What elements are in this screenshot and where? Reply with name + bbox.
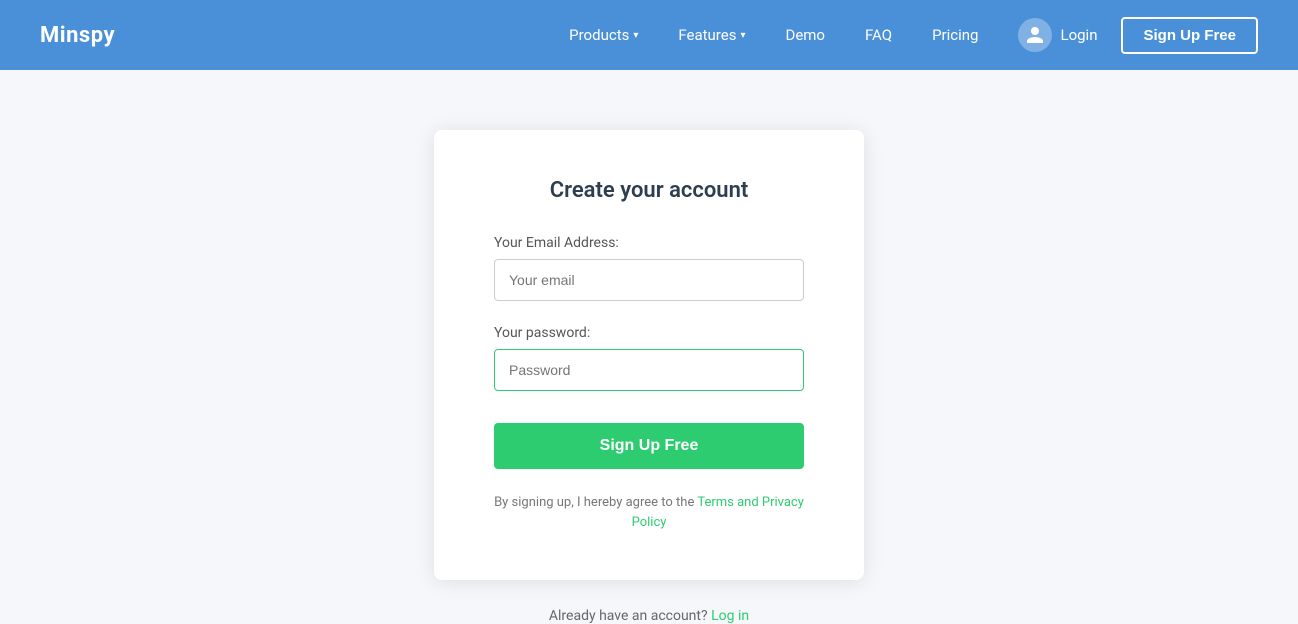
log-in-link[interactable]: Log in xyxy=(711,608,749,624)
chevron-down-icon: ▾ xyxy=(740,30,745,41)
user-avatar-icon xyxy=(1018,18,1052,52)
nav-links: Products ▾ Features ▾ Demo FAQ Pricing L… xyxy=(553,10,1258,60)
nav-signup-button[interactable]: Sign Up Free xyxy=(1121,17,1258,54)
login-button[interactable]: Login xyxy=(1002,10,1113,60)
password-label: Your password: xyxy=(494,325,804,341)
nav-item-features[interactable]: Features ▾ xyxy=(662,18,761,52)
nav-item-pricing[interactable]: Pricing xyxy=(916,18,994,52)
nav-item-demo[interactable]: Demo xyxy=(769,18,841,52)
nav-item-faq[interactable]: FAQ xyxy=(849,18,908,52)
main-content: Create your account Your Email Address: … xyxy=(0,70,1298,624)
signup-card: Create your account Your Email Address: … xyxy=(434,130,864,580)
signup-button[interactable]: Sign Up Free xyxy=(494,423,804,469)
chevron-down-icon: ▾ xyxy=(633,30,638,41)
nav-item-products[interactable]: Products ▾ xyxy=(553,18,654,52)
password-input[interactable] xyxy=(494,349,804,391)
card-title: Create your account xyxy=(494,178,804,203)
terms-text: By signing up, I hereby agree to the Ter… xyxy=(494,493,804,532)
email-label: Your Email Address: xyxy=(494,235,804,251)
already-account-text: Already have an account? Log in xyxy=(549,608,749,624)
email-input[interactable] xyxy=(494,259,804,301)
navbar: Minspy Products ▾ Features ▾ Demo FAQ Pr… xyxy=(0,0,1298,70)
email-group: Your Email Address: xyxy=(494,235,804,301)
logo: Minspy xyxy=(40,23,115,48)
password-group: Your password: xyxy=(494,325,804,391)
